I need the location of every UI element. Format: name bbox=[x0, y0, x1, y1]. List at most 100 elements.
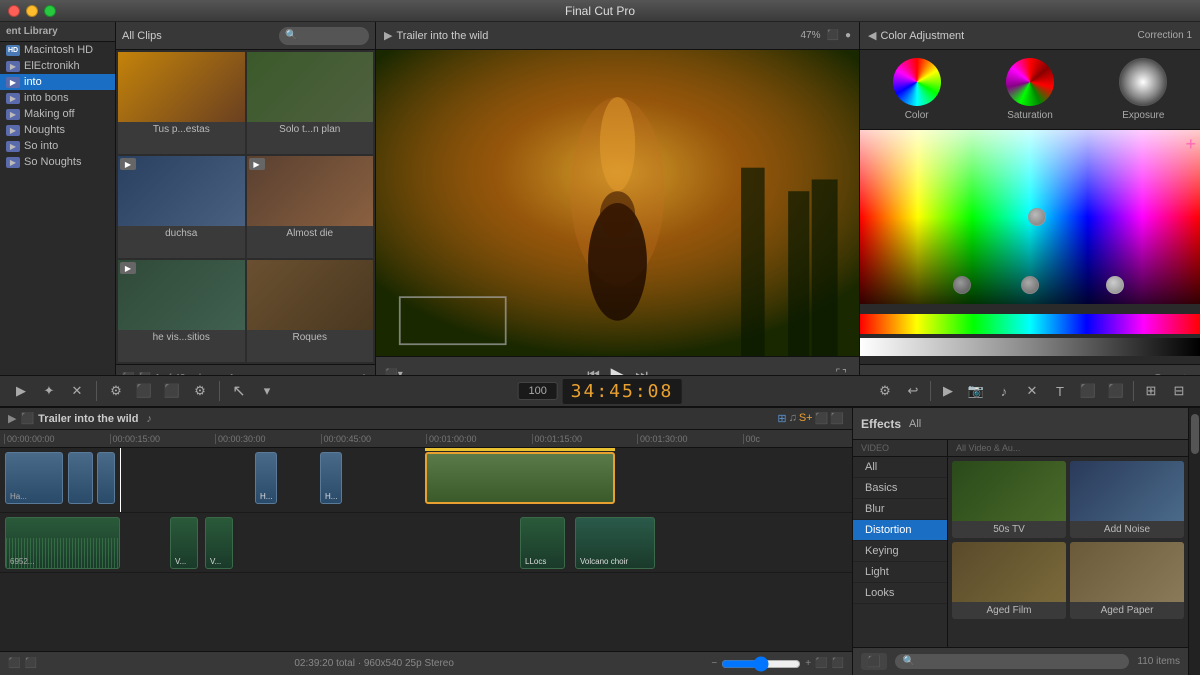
video-btn[interactable]: ▶ bbox=[935, 380, 961, 402]
folder-icon: ▶ bbox=[6, 157, 20, 168]
share-btn[interactable]: ⬛ bbox=[1103, 380, 1129, 402]
text-btn[interactable]: T bbox=[1047, 380, 1073, 402]
color-center-handle[interactable] bbox=[1028, 208, 1046, 226]
clip-item[interactable]: Roques bbox=[247, 260, 374, 362]
library-item-making-off[interactable]: ▶ Making off bbox=[0, 106, 115, 122]
preview-aspect-icon[interactable]: ⬛ bbox=[827, 30, 839, 41]
generator-btn[interactable]: ⬛ bbox=[1075, 380, 1101, 402]
library-item-electronikh[interactable]: ▶ ElEctronikh bbox=[0, 58, 115, 74]
timecode-display[interactable]: 34:45:08 bbox=[562, 378, 683, 405]
layout-btn[interactable]: ⊞ bbox=[1138, 380, 1164, 402]
timeline-play-btn[interactable]: ▶ bbox=[8, 412, 16, 425]
video-clip[interactable] bbox=[97, 452, 115, 504]
library-item-noughts[interactable]: ▶ Noughts bbox=[0, 122, 115, 138]
t-ctrl3[interactable]: S+ bbox=[799, 412, 813, 425]
status-icon2[interactable]: ⬛ bbox=[24, 658, 36, 669]
scrollbar-thumb[interactable] bbox=[1191, 414, 1199, 454]
video-clip[interactable]: Ha... bbox=[5, 452, 63, 504]
zoom-level[interactable]: 47% bbox=[800, 30, 820, 41]
audio-clip-llocs[interactable]: LLocs bbox=[520, 517, 565, 569]
category-blur[interactable]: Blur bbox=[853, 499, 947, 520]
effects-search[interactable]: 🔍 bbox=[895, 654, 1130, 669]
right-scrollbar[interactable] bbox=[1188, 408, 1200, 675]
add-button[interactable]: + bbox=[1185, 134, 1196, 155]
audio-btn[interactable]: ♪ bbox=[991, 380, 1017, 402]
close-button[interactable] bbox=[8, 5, 20, 17]
hue-bar[interactable] bbox=[860, 314, 1200, 334]
color-tool-exposure[interactable]: Exposure bbox=[1119, 58, 1167, 121]
effect-aged-film[interactable]: Aged Film bbox=[952, 542, 1066, 619]
back-icon[interactable]: ◀ bbox=[868, 29, 876, 42]
clip-name: H... bbox=[260, 492, 272, 501]
add-effect-btn[interactable]: ⬛ bbox=[861, 653, 887, 670]
zoom-fit-icon[interactable]: ⬛ bbox=[815, 658, 827, 669]
library-item-macintosh[interactable]: HD Macintosh HD bbox=[0, 42, 115, 58]
timeline-settings-icon[interactable]: ⬛ bbox=[832, 658, 844, 669]
maximize-button[interactable] bbox=[44, 5, 56, 17]
crop-btn[interactable]: ⬛ bbox=[131, 380, 157, 402]
close-btn2[interactable]: ✕ bbox=[1019, 380, 1045, 402]
trim-btn[interactable]: ⬛ bbox=[159, 380, 185, 402]
settings-btn[interactable]: ⚙ bbox=[872, 380, 898, 402]
color-handle-3[interactable] bbox=[1106, 276, 1124, 294]
zoom-slider[interactable] bbox=[721, 656, 801, 672]
library-item-into-bons[interactable]: ▶ into bons bbox=[0, 90, 115, 106]
video-clip-selected[interactable] bbox=[425, 452, 615, 504]
all-clips-label[interactable]: All Clips bbox=[122, 30, 162, 42]
color-gradient-area[interactable]: + bbox=[860, 130, 1200, 364]
video-clip-h[interactable]: H... bbox=[255, 452, 277, 504]
effect-aged-paper[interactable]: Aged Paper bbox=[1070, 542, 1184, 619]
t-ctrl4[interactable]: ⬛ bbox=[815, 412, 829, 425]
timeline-tracks[interactable]: Ha... H... H... 6952... bbox=[0, 448, 852, 651]
clip-item[interactable]: Solo t...n plan bbox=[247, 52, 374, 154]
category-keying[interactable]: Keying bbox=[853, 541, 947, 562]
audio-clip[interactable]: 6952... bbox=[5, 517, 120, 569]
category-all[interactable]: All bbox=[853, 457, 947, 478]
minimize-button[interactable] bbox=[26, 5, 38, 17]
category-basics[interactable]: Basics bbox=[853, 478, 947, 499]
zoom-out-icon[interactable]: − bbox=[711, 658, 717, 669]
preview-settings-icon[interactable]: ● bbox=[845, 30, 851, 41]
library-item-so-into[interactable]: ▶ So into bbox=[0, 138, 115, 154]
color-handle-1[interactable] bbox=[953, 276, 971, 294]
transform-btn[interactable]: ⚙ bbox=[103, 380, 129, 402]
color-handle-2[interactable] bbox=[1021, 276, 1039, 294]
audio-clip[interactable]: V... bbox=[170, 517, 198, 569]
select-btn[interactable]: ↖ bbox=[226, 380, 252, 402]
add-to-timeline-btn[interactable]: ▶ bbox=[8, 380, 34, 402]
category-looks[interactable]: Looks bbox=[853, 583, 947, 604]
library-item-into[interactable]: ▶ into bbox=[0, 74, 115, 90]
color-tool-color[interactable]: Color bbox=[893, 58, 941, 121]
t-ctrl5[interactable]: ⬛ bbox=[830, 412, 844, 425]
effect-add-noise[interactable]: Add Noise bbox=[1070, 461, 1184, 538]
clip-item[interactable]: ▶ he vis...sitios bbox=[118, 260, 245, 362]
video-clip-h2[interactable]: H... bbox=[320, 452, 342, 504]
timecode-level[interactable]: 100 bbox=[518, 382, 558, 400]
clip-item[interactable]: Tus p...estas bbox=[118, 52, 245, 154]
snapshot-btn[interactable]: 📷 bbox=[963, 380, 989, 402]
category-light[interactable]: Light bbox=[853, 562, 947, 583]
video-clip[interactable] bbox=[68, 452, 93, 504]
ruler-mark: 00:01:30:00 bbox=[637, 434, 743, 444]
undo-btn[interactable]: ↩ bbox=[900, 380, 926, 402]
effect-50s-tv[interactable]: 50s TV bbox=[952, 461, 1066, 538]
status-icon1[interactable]: ⬛ bbox=[8, 658, 20, 669]
layout-btn2[interactable]: ⊟ bbox=[1166, 380, 1192, 402]
audio-clip-volcano[interactable]: Volcano choir bbox=[575, 517, 655, 569]
effects-all-btn[interactable]: All bbox=[909, 418, 921, 430]
clip-item[interactable]: ▶ Almost die bbox=[247, 156, 374, 258]
select-dropdown[interactable]: ▾ bbox=[254, 380, 280, 402]
t-ctrl2[interactable]: ♫ bbox=[789, 412, 797, 425]
tool1[interactable]: ✦ bbox=[36, 380, 62, 402]
brightness-bar[interactable] bbox=[860, 338, 1200, 356]
audio-clip[interactable]: V... bbox=[205, 517, 233, 569]
clips-search[interactable]: 🔍 bbox=[279, 27, 369, 45]
color-tool-saturation[interactable]: Saturation bbox=[1006, 58, 1054, 121]
tool5[interactable]: ⚙ bbox=[187, 380, 213, 402]
library-item-so-noughts[interactable]: ▶ So Noughts bbox=[0, 154, 115, 170]
clip-item[interactable]: ▶ duchsa bbox=[118, 156, 245, 258]
category-distortion[interactable]: Distortion bbox=[853, 520, 947, 541]
t-ctrl1[interactable]: ⊞ bbox=[777, 412, 786, 425]
zoom-in-icon[interactable]: + bbox=[805, 658, 811, 669]
tool2[interactable]: ✕ bbox=[64, 380, 90, 402]
